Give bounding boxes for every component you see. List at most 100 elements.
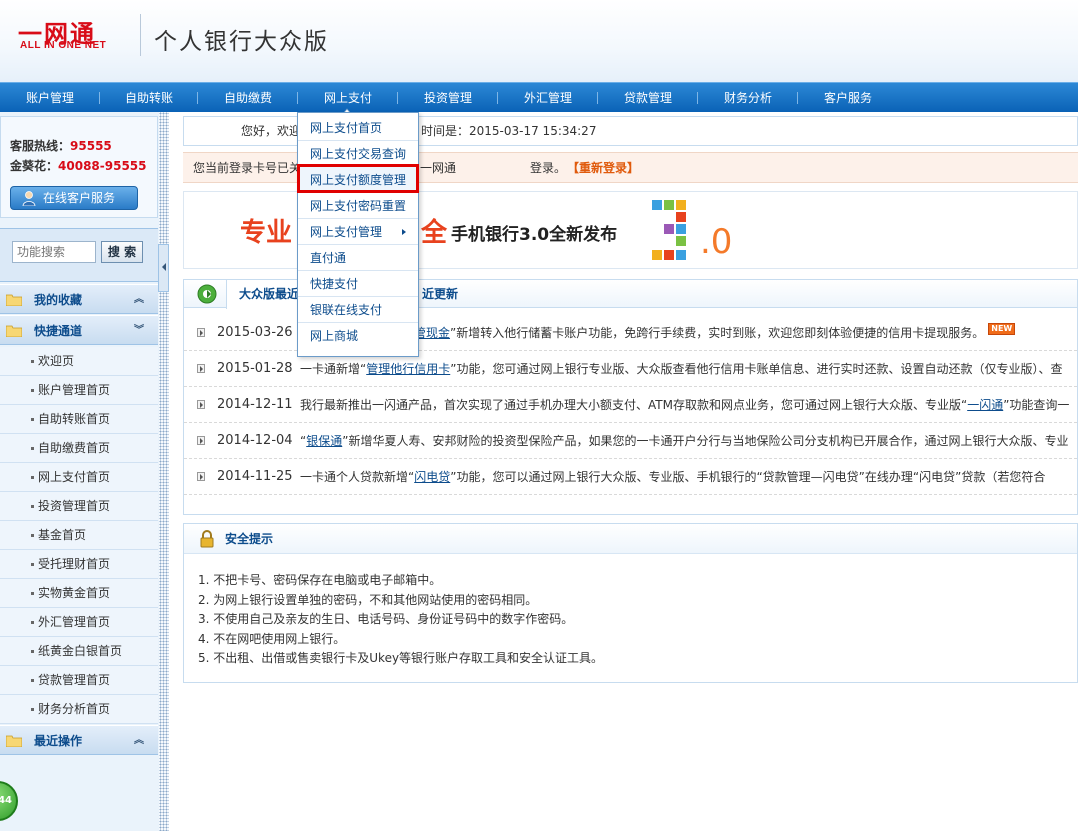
quick-item-label: 纸黄金白银首页 <box>38 644 123 658</box>
menu-item-online-pay-password-reset[interactable]: 网上支付密码重置 <box>298 193 418 219</box>
news-link[interactable]: 管现金 <box>414 326 450 340</box>
nav-item-loan[interactable]: 贷款管理 <box>598 83 698 113</box>
bullet-icon <box>31 447 34 450</box>
login-time: 时间是：2015-03-17 15:34:27 <box>421 124 597 138</box>
search-button[interactable]: 搜 索 <box>101 241 143 263</box>
quick-item-transfer[interactable]: 自助转账首页 <box>0 405 158 434</box>
menu-item-online-pay-home[interactable]: 网上支付首页 <box>298 115 418 141</box>
arrow-bullet-icon <box>197 472 205 481</box>
menu-item-online-mall[interactable]: 网上商城 <box>298 323 418 349</box>
new-badge: NEW <box>988 323 1016 335</box>
safety-tip: 3. 不使用自己及亲友的生日、电话号码、身份证号码中的数字作密码。 <box>198 612 574 626</box>
quick-item-label: 自助转账首页 <box>38 412 111 426</box>
tab-recent-updates[interactable]: 近更新 <box>422 280 458 308</box>
section-quick-channel-label: 快捷通道 <box>34 324 83 338</box>
news-link[interactable]: 银保通 <box>306 434 342 448</box>
news-link[interactable]: 管理他行信用卡 <box>366 362 450 376</box>
nav-item-payment[interactable]: 自助缴费 <box>198 83 298 113</box>
arrow-bullet-icon <box>197 328 205 337</box>
quick-item-gold[interactable]: 实物黄金首页 <box>0 579 158 608</box>
bullet-icon <box>31 534 34 537</box>
quick-item-label: 自助缴费首页 <box>38 441 111 455</box>
menu-item-quick-pay[interactable]: 快捷支付 <box>298 271 418 297</box>
login-notice-allinone: 一网通 <box>420 161 457 175</box>
news-text: 一卡通个人贷款新增“闪电贷”功能，您可以通过网上银行大众版、专业版、手机银行的“… <box>300 470 1046 484</box>
quick-item-label: 欢迎页 <box>38 354 75 368</box>
quick-item-trust[interactable]: 受托理财首页 <box>0 550 158 579</box>
bullet-icon <box>31 708 34 711</box>
sidebar-splitter[interactable] <box>159 112 169 831</box>
quick-item-loan[interactable]: 贷款管理首页 <box>0 666 158 695</box>
quick-item-finance[interactable]: 财务分析首页 <box>0 695 158 724</box>
hotline-row: 客服热线：95555 <box>10 137 112 154</box>
nav-item-customer-service[interactable]: 客户服务 <box>798 83 898 113</box>
quick-item-welcome[interactable]: 欢迎页 <box>0 347 158 376</box>
submenu-arrow-icon <box>402 229 406 235</box>
site-title: 个人银行大众版 <box>154 29 329 55</box>
quick-item-forex[interactable]: 外汇管理首页 <box>0 608 158 637</box>
safety-tips-panel: 安全提示 1. 不把卡号、密码保存在电脑或电子邮箱中。 2. 为网上银行设置单独… <box>183 523 1078 683</box>
quick-item-label: 外汇管理首页 <box>38 615 111 629</box>
quick-item-fund[interactable]: 基金首页 <box>0 521 158 550</box>
section-favorites[interactable]: 我的收藏 ︽ <box>0 284 158 314</box>
chevron-up-icon: ︽ <box>134 735 144 746</box>
function-search: 搜 索 <box>0 228 158 282</box>
news-text: “银保通”新增华夏人寿、安邦财险的投资型保险产品，如果您的一卡通开户分行与当地保… <box>300 434 1069 448</box>
news-text: 管现金”新增转入他行储蓄卡账户功能，免跨行手续费，实时到账，欢迎您即刻体验便捷的… <box>414 315 1016 350</box>
gold-hotline-row: 金葵花：40088-95555 <box>10 157 147 174</box>
menu-item-unionpay-online[interactable]: 银联在线支付 <box>298 297 418 323</box>
news-text: 我行最新推出一闪通产品，首次实现了通过手机办理大小额支付、ATM存取款和网点业务… <box>300 398 1070 412</box>
news-date: 2015-01-28 <box>217 361 293 376</box>
arrow-bullet-icon <box>197 436 205 445</box>
quick-item-payment[interactable]: 自助缴费首页 <box>0 434 158 463</box>
news-link[interactable]: 闪电贷 <box>414 470 450 484</box>
menu-item-online-pay-management[interactable]: 网上支付管理 <box>298 219 418 245</box>
quick-item-online-pay[interactable]: 网上支付首页 <box>0 463 158 492</box>
menu-item-direct-pay[interactable]: 直付通 <box>298 245 418 271</box>
customer-service-icon <box>22 191 36 206</box>
news-date: 2014-12-04 <box>217 433 293 448</box>
quick-item-label: 财务分析首页 <box>38 702 111 716</box>
nav-item-transfer[interactable]: 自助转账 <box>99 83 199 113</box>
bullet-icon <box>31 505 34 508</box>
quick-item-label: 账户管理首页 <box>38 383 111 397</box>
nav-item-account[interactable]: 账户管理 <box>0 83 100 113</box>
nav-item-investment[interactable]: 投资管理 <box>398 83 498 113</box>
section-quick-channel[interactable]: 快捷通道 ︾ <box>0 315 158 345</box>
menu-item-online-pay-limit[interactable]: 网上支付额度管理 <box>298 167 418 193</box>
safety-tip: 4. 不在网吧使用网上银行。 <box>198 632 346 646</box>
online-service-button[interactable]: 在线客户服务 <box>10 186 138 210</box>
refresh-icon[interactable] <box>197 284 217 304</box>
news-row[interactable]: 2014-12-04 “银保通”新增华夏人寿、安邦财险的投资型保险产品，如果您的… <box>184 423 1077 459</box>
bullet-icon <box>31 592 34 595</box>
arrow-bullet-icon <box>197 364 205 373</box>
news-row[interactable]: 2014-11-25 一卡通个人贷款新增“闪电贷”功能，您可以通过网上银行大众版… <box>184 459 1077 495</box>
quick-item-label: 基金首页 <box>38 528 87 542</box>
bullet-icon <box>31 418 34 421</box>
version-three-icon <box>652 200 686 260</box>
quick-item-label: 受托理财首页 <box>38 557 111 571</box>
section-recent-ops[interactable]: 最近操作 ︽ <box>0 725 158 755</box>
header-divider <box>140 14 141 56</box>
bank-logo[interactable]: 一网通 ALL IN ONE NET <box>18 14 128 54</box>
function-search-input[interactable] <box>12 241 96 263</box>
collapse-sidebar-handle[interactable] <box>158 244 169 292</box>
chevron-up-icon: ︽ <box>134 294 144 305</box>
menu-item-online-pay-transactions[interactable]: 网上支付交易查询 <box>298 141 418 167</box>
login-notice-text: 您当前登录卡号已关 <box>193 161 302 175</box>
news-link[interactable]: 一闪通 <box>967 398 1003 412</box>
header: 一网通 ALL IN ONE NET 个人银行大众版 <box>0 0 1078 82</box>
hotline-number: 95555 <box>70 139 112 153</box>
quick-item-investment[interactable]: 投资管理首页 <box>0 492 158 521</box>
bullet-icon <box>31 621 34 624</box>
nav-item-forex[interactable]: 外汇管理 <box>498 83 598 113</box>
quick-item-account[interactable]: 账户管理首页 <box>0 376 158 405</box>
gold-label: 金葵花： <box>10 159 59 173</box>
banner-headline-left: 专业 <box>240 218 293 248</box>
floating-badge-count: 44 <box>0 795 12 806</box>
folder-icon <box>6 325 22 337</box>
news-row[interactable]: 2014-12-11 我行最新推出一闪通产品，首次实现了通过手机办理大小额支付、… <box>184 387 1077 423</box>
relogin-link[interactable]: 【重新登录】 <box>567 153 639 183</box>
nav-item-finance[interactable]: 财务分析 <box>698 83 798 113</box>
quick-item-paper-gold[interactable]: 纸黄金白银首页 <box>0 637 158 666</box>
